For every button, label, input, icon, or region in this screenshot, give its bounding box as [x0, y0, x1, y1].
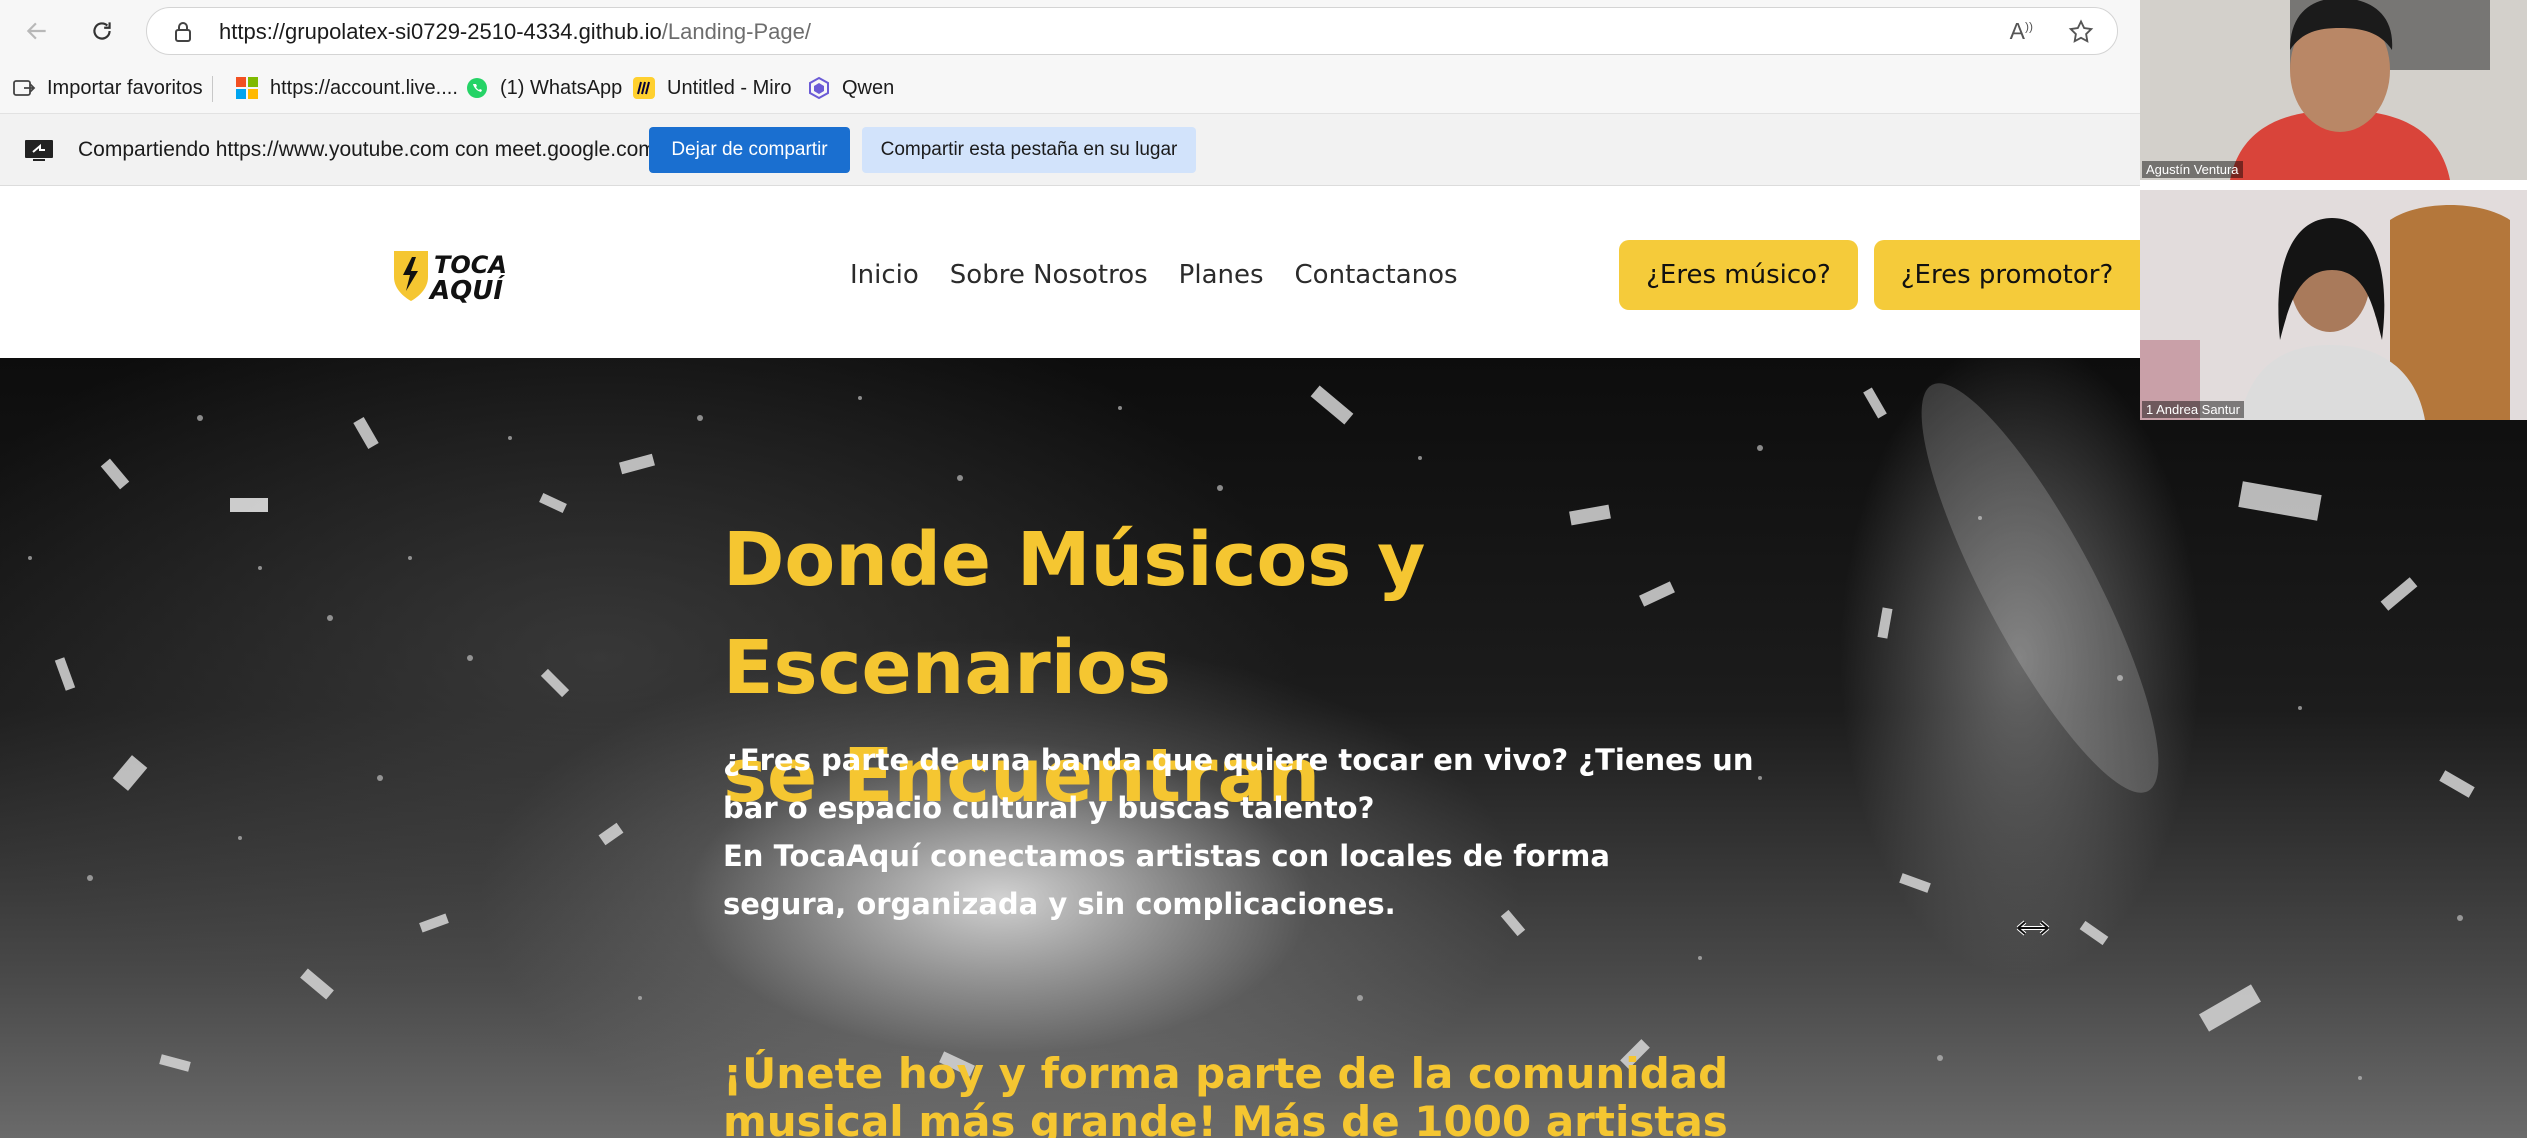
nav-inicio[interactable]: Inicio	[850, 260, 919, 290]
url-text[interactable]: https://grupolatex-si0729-2510-4334.gith…	[219, 19, 811, 45]
browser-toolbar: https://grupolatex-si0729-2510-4334.gith…	[0, 0, 2140, 62]
musician-button[interactable]: ¿Eres músico?	[1619, 240, 1858, 310]
read-aloud-icon[interactable]: A))	[2010, 18, 2033, 45]
hero-description: En TocaAquí conectamos artistas con loca…	[723, 832, 1743, 928]
hero-title-line-1: Donde Músicos y Escenarios	[723, 517, 1426, 711]
participant-name: Agustín Ventura	[2142, 161, 2243, 178]
miro-icon	[633, 77, 655, 99]
favorite-star-icon[interactable]	[2067, 18, 2095, 46]
nav-sobre-nosotros[interactable]: Sobre Nosotros	[950, 260, 1148, 290]
toca-aqui-logo[interactable]: TOCA AQUÍ	[390, 245, 520, 305]
share-status-text: Compartiendo https://www.youtube.com con…	[78, 138, 656, 161]
bookmark-qwen[interactable]: Qwen	[807, 72, 894, 104]
bookmark-whatsapp[interactable]: (1) WhatsApp	[465, 72, 622, 104]
promoter-button[interactable]: ¿Eres promotor?	[1874, 240, 2140, 310]
microsoft-icon	[236, 77, 258, 99]
participant-video-tile[interactable]: Agustín Ventura	[2140, 0, 2527, 180]
bookmarks-separator	[212, 76, 213, 102]
screen-share-icon	[25, 140, 53, 161]
lock-icon[interactable]	[173, 21, 193, 43]
participant-video-tile[interactable]: 1 Andrea Santur	[2140, 190, 2527, 420]
bookmarks-bar: Importar favoritos https://account.live.…	[0, 62, 2140, 114]
back-button[interactable]	[17, 12, 57, 50]
participant-video	[2140, 0, 2527, 180]
nav-planes[interactable]: Planes	[1179, 260, 1264, 290]
nav-contactanos[interactable]: Contactanos	[1295, 260, 1458, 290]
bookmark-label: (1) WhatsApp	[500, 76, 623, 99]
participant-name: 1 Andrea Santur	[2142, 401, 2244, 418]
whatsapp-icon	[467, 78, 487, 98]
svg-text:AQUÍ: AQUÍ	[428, 274, 505, 305]
resize-cursor-icon	[2016, 920, 2050, 936]
arrow-left-icon	[26, 22, 46, 40]
share-this-tab-button[interactable]: Compartir esta pestaña en su lugar	[862, 127, 1196, 173]
refresh-icon	[93, 22, 111, 40]
hero-subtitle: ¿Eres parte de una banda que quiere toca…	[723, 743, 1754, 825]
bookmark-label: Untitled - Miro	[667, 76, 792, 99]
qwen-icon	[809, 76, 829, 100]
address-bar[interactable]: https://grupolatex-si0729-2510-4334.gith…	[146, 7, 2118, 55]
main-nav: Inicio Sobre Nosotros Planes Contactanos	[850, 260, 1458, 290]
bookmark-import-favorites[interactable]: Importar favoritos	[12, 72, 203, 104]
site-header: TOCA AQUÍ Inicio Sobre Nosotros Planes C…	[0, 190, 2140, 358]
import-favorites-icon	[13, 80, 36, 96]
bookmark-account-live[interactable]: https://account.live....	[235, 72, 458, 104]
bookmark-label: Importar favoritos	[47, 76, 203, 99]
url-domain: https://grupolatex-si0729-2510-4334.gith…	[219, 19, 662, 44]
bookmark-label: https://account.live....	[270, 76, 458, 99]
screen-share-bar: Compartiendo https://www.youtube.com con…	[0, 114, 2140, 186]
participant-video	[2140, 190, 2527, 420]
stop-sharing-button[interactable]: Dejar de compartir	[649, 127, 850, 173]
bookmark-miro[interactable]: Untitled - Miro	[632, 72, 791, 104]
url-path: /Landing-Page/	[661, 19, 811, 44]
hero-brand-name: TocaAquí	[773, 839, 920, 873]
refresh-button[interactable]	[82, 12, 122, 50]
bookmark-label: Qwen	[842, 76, 895, 99]
hero-description-prefix: En	[723, 839, 774, 873]
hero-call-to-action: ¡Únete hoy y forma parte de la comunidad…	[723, 1049, 1729, 1138]
svg-text:TOCA: TOCA	[434, 251, 507, 279]
hero-section: Donde Músicos y Escenarios se Encuentran…	[0, 358, 2527, 1138]
